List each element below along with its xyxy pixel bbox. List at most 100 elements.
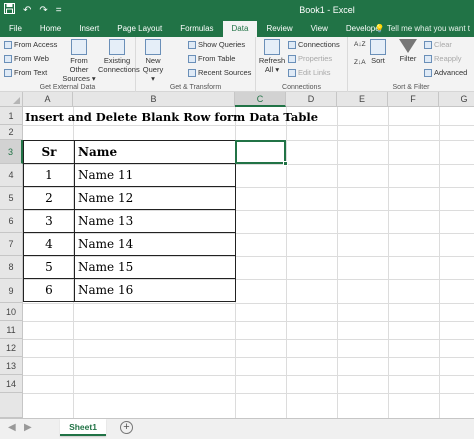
select-all-corner[interactable]: [0, 92, 23, 107]
filter-button[interactable]: Filter: [396, 39, 420, 63]
row-header-5[interactable]: 5: [0, 187, 23, 210]
cell-name[interactable]: Name 16: [74, 278, 236, 302]
reapply-button[interactable]: Reapply: [424, 54, 462, 63]
row-header-11[interactable]: 11: [0, 321, 23, 339]
row-header-8[interactable]: 8: [0, 256, 23, 279]
group-label-connections: Connections: [282, 84, 321, 91]
show-queries-button[interactable]: Show Queries: [188, 40, 245, 49]
next-sheet-icon[interactable]: ▶: [24, 422, 32, 433]
column-header-f[interactable]: F: [388, 92, 439, 107]
clear-button[interactable]: Clear: [424, 40, 452, 49]
table-row: 5 Name 15: [23, 255, 236, 279]
other-sources-icon: [71, 39, 87, 55]
clear-icon: [424, 40, 432, 49]
row-header-6[interactable]: 6: [0, 210, 23, 233]
column-header-d[interactable]: D: [286, 92, 337, 107]
filter-label: Filter: [399, 54, 417, 63]
cell-name[interactable]: Name 13: [74, 209, 236, 233]
header-sr[interactable]: Sr: [23, 140, 75, 164]
data-table: Sr Name 1 Name 11 2 Name 12 3 Name 13 4 …: [23, 140, 236, 302]
recent-sources-button[interactable]: Recent Sources: [188, 68, 251, 77]
row-header-7[interactable]: 7: [0, 233, 23, 256]
row-header-9[interactable]: 9: [0, 279, 23, 303]
from-web-button[interactable]: From Web: [4, 54, 49, 63]
prev-sheet-icon[interactable]: ◀: [8, 422, 16, 433]
cell-sr[interactable]: 5: [23, 255, 75, 279]
group-connections: Refresh All ▾ Connections Properties Edi…: [256, 37, 348, 92]
cell-sr[interactable]: 2: [23, 186, 75, 210]
column-header-c[interactable]: C: [235, 92, 286, 107]
advanced-button[interactable]: Advanced: [424, 68, 467, 77]
column-header-e[interactable]: E: [337, 92, 388, 107]
tab-review[interactable]: Review: [257, 21, 301, 37]
row-header-4[interactable]: 4: [0, 164, 23, 187]
cell-a1-title[interactable]: Insert and Delete Blank Row form Data Ta…: [25, 108, 318, 127]
column-header-b[interactable]: B: [73, 92, 235, 107]
cell-sr[interactable]: 1: [23, 163, 75, 187]
reapply-label: Reapply: [434, 54, 462, 63]
fill-handle[interactable]: [283, 161, 288, 166]
group-sort-filter: A↓Z Z↓A Sort Filter Clear Reapply Advanc…: [348, 37, 474, 92]
show-queries-label: Show Queries: [198, 40, 246, 49]
cell-sr[interactable]: 6: [23, 278, 75, 302]
gridline: [388, 107, 389, 418]
from-text-button[interactable]: From Text: [4, 68, 47, 77]
tab-formulas[interactable]: Formulas: [171, 21, 222, 37]
window-title: Book1 - Excel: [299, 5, 355, 15]
from-table-button[interactable]: From Table: [188, 54, 235, 63]
reapply-icon: [424, 54, 432, 63]
column-header-g[interactable]: G: [439, 92, 474, 107]
sort-za-button[interactable]: Z↓A: [354, 59, 366, 66]
sort-button[interactable]: Sort: [368, 39, 388, 65]
row-header-14[interactable]: 14: [0, 375, 23, 393]
tab-home[interactable]: Home: [31, 21, 70, 37]
new-query-button[interactable]: New Query ▾: [140, 39, 166, 83]
active-cell-c3[interactable]: [235, 140, 286, 164]
cell-name[interactable]: Name 11: [74, 163, 236, 187]
existing-label-1: Existing: [103, 56, 131, 65]
row-header-3[interactable]: 3: [0, 140, 23, 164]
access-icon: [4, 40, 12, 49]
tab-file[interactable]: File: [0, 21, 31, 37]
tab-insert[interactable]: Insert: [70, 21, 108, 37]
cell-sr[interactable]: 4: [23, 232, 75, 256]
from-access-button[interactable]: From Access: [4, 40, 57, 49]
lightbulb-icon: 💡: [374, 24, 385, 33]
sort-az-button[interactable]: A↓Z: [354, 41, 366, 48]
refresh-all-button[interactable]: Refresh All ▾: [258, 39, 286, 74]
cell-name[interactable]: Name 15: [74, 255, 236, 279]
tab-page-layout[interactable]: Page Layout: [108, 21, 171, 37]
header-name[interactable]: Name: [74, 140, 236, 164]
group-label-get-transform: Get & Transform: [169, 84, 222, 91]
advanced-icon: [424, 68, 432, 77]
from-other-sources-button[interactable]: From Other Sources ▾: [60, 39, 98, 83]
show-queries-icon: [188, 40, 196, 49]
existing-connections-button[interactable]: Existing Connections: [98, 39, 140, 74]
cell-sr[interactable]: 3: [23, 209, 75, 233]
worksheet-grid[interactable]: A B C D E F G 1 2 3 4 5 6 7 8 9 10 11 12…: [0, 92, 474, 418]
group-get-transform: New Query ▾ Show Queries From Table Rece…: [136, 37, 256, 92]
sort-icon: [370, 39, 386, 55]
row-header-1[interactable]: 1: [0, 107, 23, 125]
cell-name[interactable]: Name 12: [74, 186, 236, 210]
connections-button[interactable]: Connections: [288, 40, 340, 49]
row-header-12[interactable]: 12: [0, 339, 23, 357]
table-row: 4 Name 14: [23, 232, 236, 256]
cell-name[interactable]: Name 14: [74, 232, 236, 256]
gridline: [286, 107, 287, 418]
row-header-10[interactable]: 10: [0, 303, 23, 321]
gridline: [439, 107, 440, 418]
row-header-2[interactable]: 2: [0, 125, 23, 140]
sheet-tab-sheet1[interactable]: Sheet1: [60, 419, 106, 436]
tell-me-box[interactable]: 💡 Tell me what you want t: [375, 21, 470, 37]
edit-links-button[interactable]: Edit Links: [288, 68, 331, 77]
column-header-a[interactable]: A: [23, 92, 73, 107]
add-sheet-icon[interactable]: +: [120, 421, 133, 434]
text-file-icon: [4, 68, 12, 77]
properties-button[interactable]: Properties: [288, 54, 332, 63]
gridline: [23, 393, 474, 394]
tab-data[interactable]: Data: [222, 21, 258, 37]
tab-view[interactable]: View: [302, 21, 337, 37]
group-label-get-external: Get External Data: [39, 84, 96, 91]
row-header-13[interactable]: 13: [0, 357, 23, 375]
